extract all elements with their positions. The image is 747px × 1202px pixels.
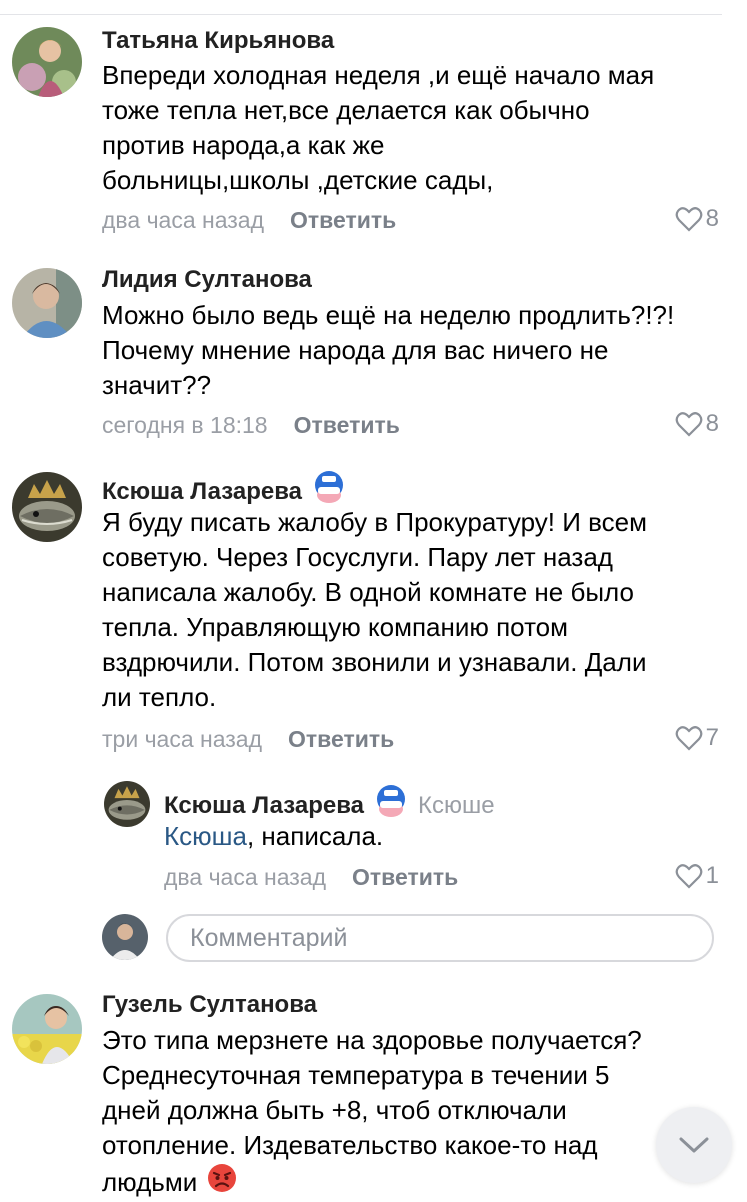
current-user-avatar [102,914,148,960]
comment-text: Впереди холодная неделя ,и ещё начало ма… [102,58,654,198]
text-line-content: людьми [102,1167,198,1197]
comment-time: два часа назад [102,207,265,233]
like-count: 7 [705,724,719,751]
comment-author[interactable]: Лидия Султанова [102,266,312,294]
text-line: отопление. Издевательство какое-то над [102,1130,598,1160]
like-count: 1 [705,862,719,889]
text-line: тепла. Управляющую компанию потом [102,612,569,642]
avatar[interactable] [12,268,82,338]
angry-emoji-icon [207,1163,237,1202]
comment-input[interactable]: Комментарий [166,914,714,962]
reply-text-rest: , написала. [246,821,384,851]
like-count: 8 [705,410,719,437]
comment-text: Я буду писать жалобу в Прокуратуру! И вс… [102,505,647,715]
avatar[interactable] [104,781,150,827]
text-line: больницы,школы ,детские сады, [102,165,494,195]
comment-author[interactable]: Татьяна Кирьянова [102,27,334,55]
text-line: значит?? [102,370,212,400]
reply-meta: два часа назад Ответить [164,864,458,891]
top-divider [0,14,722,15]
comment-text: Можно было ведь ещё на неделю продлить?!… [102,298,674,403]
comment-author[interactable]: Гузель Султанова [102,991,317,1019]
text-line: людьми [102,1163,642,1202]
text-line: Я буду писать жалобу в Прокуратуру! И вс… [102,507,647,537]
scroll-down-button[interactable] [656,1107,732,1183]
comment-meta: сегодня в 18:18 Ответить [102,412,400,439]
heart-icon [675,864,703,889]
like-count: 8 [705,205,719,232]
text-line: написала жалобу. В одной комнате не было [102,577,634,607]
text-line: Можно было ведь ещё на неделю продлить?!… [102,300,675,330]
like-button[interactable]: 1 [675,862,719,890]
comment-time: сегодня в 18:18 [102,412,268,438]
reply-button[interactable]: Ответить [352,864,458,891]
text-line: Впереди холодная неделя ,и ещё начало ма… [102,60,655,90]
reply-to-user[interactable]: Ксюше [418,792,495,820]
text-line: вздрючили. Потом звонили и узнавали. Дал… [102,647,647,677]
heart-icon [675,207,703,232]
text-line: против народа,а как же [102,130,385,160]
chevron-down-icon [679,1137,709,1153]
like-button[interactable]: 8 [675,205,719,233]
reply-button[interactable]: Ответить [294,412,400,439]
heart-icon [675,412,703,437]
author-name[interactable]: Ксюша Лазарева [102,478,302,506]
like-button[interactable]: 8 [675,410,719,438]
author-name[interactable]: Ксюша Лазарева [164,792,364,820]
text-line: дней должна быть +8, чтоб отключали [102,1095,567,1125]
avatar[interactable] [12,27,82,97]
like-button[interactable]: 7 [675,724,719,752]
reply-time: два часа назад [164,864,327,890]
reply-button[interactable]: Ответить [290,207,396,234]
text-line: Это типа мерзнете на здоровье получается… [102,1025,642,1055]
text-line: Почему мнение народа для вас ничего не [102,335,609,365]
comment-time: три часа назад [102,726,263,752]
comment-text: Это типа мерзнете на здоровье получается… [102,1023,642,1202]
text-line: Среднесуточная температура в течении 5 [102,1060,610,1090]
text-line: тоже тепла нет,все делается как обычно [102,95,590,125]
text-line: советую. Через Госуслуги. Пару лет назад [102,542,613,572]
comment-meta: два часа назад Ответить [102,207,396,234]
comment-meta: три часа назад Ответить [102,726,394,753]
heart-icon [675,726,703,751]
avatar[interactable] [12,472,82,542]
reply-text: Ксюша, написала. [164,819,383,854]
mention-link[interactable]: Ксюша [164,821,247,851]
reply-button[interactable]: Ответить [288,726,394,753]
avatar[interactable] [12,994,82,1064]
text-line: ли тепло. [102,682,217,712]
